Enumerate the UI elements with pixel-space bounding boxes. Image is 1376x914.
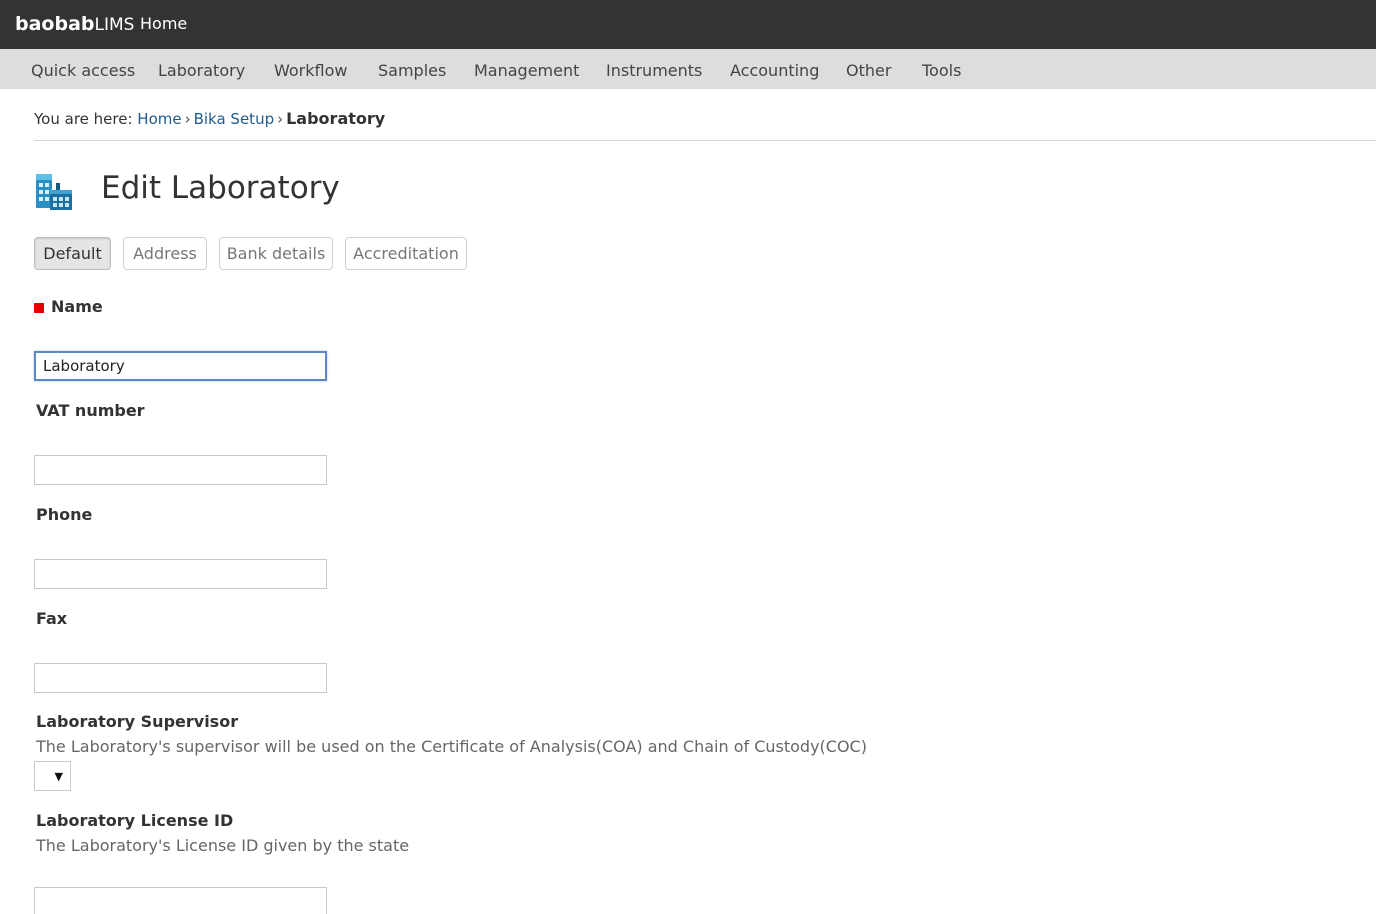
- fax-label: Fax: [36, 609, 68, 628]
- laboratory-supervisor-label: Laboratory Supervisor: [36, 712, 239, 731]
- brand-logo[interactable]: baobabLIMS: [15, 13, 134, 35]
- nav-laboratory[interactable]: Laboratory: [158, 61, 245, 80]
- nav-samples[interactable]: Samples: [378, 61, 446, 80]
- laboratory-license-id-label: Laboratory License ID: [36, 811, 234, 830]
- nav-accounting[interactable]: Accounting: [730, 61, 819, 80]
- nav-tools[interactable]: Tools: [922, 61, 961, 80]
- phone-label: Phone: [36, 505, 93, 524]
- laboratory-supervisor-select[interactable]: ▼: [34, 761, 71, 791]
- laboratory-license-id-help: The Laboratory's License ID given by the…: [36, 836, 410, 855]
- nav-quick-access[interactable]: Quick access: [31, 61, 135, 80]
- nav-workflow[interactable]: Workflow: [274, 61, 347, 80]
- phone-field[interactable]: [34, 559, 327, 589]
- tab-default[interactable]: Default: [34, 237, 111, 270]
- laboratory-supervisor-help: The Laboratory's supervisor will be used…: [36, 737, 867, 756]
- main-nav: Quick access Laboratory Workflow Samples…: [0, 49, 1376, 89]
- chevron-down-icon: ▼: [54, 769, 63, 783]
- breadcrumb-prefix: You are here:: [34, 110, 133, 128]
- laboratory-building-icon: [34, 170, 74, 212]
- brand-name-light: LIMS: [94, 15, 135, 35]
- tab-address[interactable]: Address: [123, 237, 207, 270]
- laboratory-license-id-field[interactable]: [34, 887, 327, 914]
- page-title: Edit Laboratory: [101, 170, 340, 206]
- top-home-link[interactable]: Home: [140, 14, 187, 33]
- tab-bank-details[interactable]: Bank details: [219, 237, 333, 270]
- fax-field[interactable]: [34, 663, 327, 693]
- nav-management[interactable]: Management: [474, 61, 579, 80]
- name-field[interactable]: [34, 351, 327, 381]
- breadcrumb-separator: ›: [277, 110, 284, 128]
- name-label: Name: [51, 297, 103, 316]
- breadcrumb-home-link[interactable]: Home: [137, 110, 181, 128]
- required-marker: [34, 303, 44, 313]
- nav-instruments[interactable]: Instruments: [606, 61, 702, 80]
- breadcrumb-divider: [34, 140, 1376, 141]
- top-bar: baobabLIMS Home: [0, 0, 1376, 49]
- tab-accreditation[interactable]: Accreditation: [345, 237, 467, 270]
- breadcrumb: You are here: Home › Bika Setup › Laboratory: [34, 109, 385, 128]
- breadcrumb-separator: ›: [184, 110, 191, 128]
- vat-number-field[interactable]: [34, 455, 327, 485]
- brand-name-bold: baobab: [15, 13, 95, 35]
- vat-number-label: VAT number: [36, 401, 145, 420]
- breadcrumb-bika-setup-link[interactable]: Bika Setup: [194, 110, 275, 128]
- nav-other[interactable]: Other: [846, 61, 891, 80]
- breadcrumb-current: Laboratory: [286, 109, 386, 128]
